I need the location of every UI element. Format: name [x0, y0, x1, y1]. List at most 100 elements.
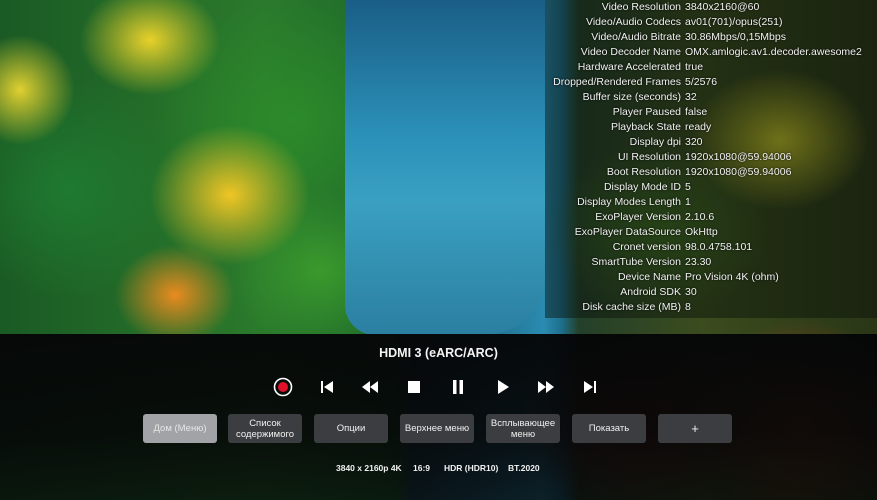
stat-value: ready [685, 121, 712, 133]
stat-value: 32 [685, 91, 697, 103]
plus-icon: + [691, 421, 699, 436]
add-button[interactable]: + [658, 414, 732, 443]
stat-key: Video Decoder Name [580, 46, 681, 58]
popup-menu-label: Всплывающее меню [491, 418, 555, 440]
info-hdr: HDR (HDR10) [444, 463, 499, 473]
stat-row: Device Name Pro Vision 4K (ohm) [545, 270, 877, 285]
stat-value: 23.30 [685, 256, 712, 268]
stat-value: 1920x1080@59.94006 [685, 151, 792, 163]
stat-key: Cronet version [612, 241, 681, 253]
stat-value: 1 [685, 196, 691, 208]
options-label: Опции [336, 423, 366, 434]
home-menu-button[interactable]: Дом (Меню) [143, 414, 217, 443]
stat-key: Display Modes Length [577, 196, 681, 208]
stat-value: Pro Vision 4K (ohm) [685, 271, 779, 283]
video-lake [345, 0, 545, 335]
stat-value: true [685, 61, 704, 73]
top-menu-label: Верхнее меню [404, 423, 470, 434]
stat-value: false [685, 106, 708, 118]
content-list-label-line2: содержимого [235, 428, 295, 440]
stat-row: Buffer size (seconds) 32 [545, 90, 877, 105]
stat-key: Device Name [617, 271, 681, 283]
stat-row: SmartTube Version 23.30 [545, 255, 877, 270]
stat-row: Hardware Accelerated true [545, 60, 877, 75]
skip-previous-icon [321, 381, 333, 393]
play-button[interactable] [490, 374, 516, 400]
stat-key: UI Resolution [617, 151, 681, 163]
stat-key: SmartTube Version [591, 256, 682, 268]
stop-icon [408, 381, 420, 393]
rewind-icon [362, 381, 378, 393]
skip-next-icon [584, 381, 596, 393]
stat-key: Player Paused [612, 106, 681, 118]
stat-value: av01(701)/opus(251) [685, 16, 783, 28]
stat-key: Hardware Accelerated [577, 61, 681, 73]
stat-row: Display Mode ID 5 [545, 180, 877, 195]
stat-row: ExoPlayer DataSource OkHttp [545, 225, 877, 240]
stat-row: Player Paused false [545, 105, 877, 120]
stat-value: OMX.amlogic.av1.decoder.awesome2 [685, 46, 862, 58]
stat-value: 5 [685, 181, 691, 193]
content-list-label: Список содержимого [236, 418, 294, 440]
stat-key: Display dpi [629, 136, 681, 148]
stat-value: 2.10.6 [685, 211, 715, 223]
content-list-label-line1: Список [249, 417, 281, 429]
stat-row: UI Resolution 1920x1080@59.94006 [545, 150, 877, 165]
stat-key: ExoPlayer Version [595, 211, 681, 223]
record-button[interactable] [270, 374, 296, 400]
stat-key: Boot Resolution [606, 166, 681, 178]
pause-icon [453, 380, 463, 394]
info-resolution: 3840 x 2160p 4K [336, 463, 402, 473]
info-aspect: 16:9 [413, 463, 431, 473]
options-button[interactable]: Опции [314, 414, 388, 443]
content-list-button[interactable]: Список содержимого [228, 414, 302, 443]
show-button[interactable]: Показать [572, 414, 646, 443]
stat-value: 3840x2160@60 [685, 1, 760, 13]
stat-value: 320 [685, 136, 703, 148]
stat-key: Buffer size (seconds) [582, 91, 681, 103]
stat-row: Dropped/Rendered Frames 5/2576 [545, 75, 877, 90]
stat-row: Disk cache size (MB) 8 [545, 300, 877, 315]
stop-button[interactable] [401, 374, 427, 400]
stat-row: Display dpi 320 [545, 135, 877, 150]
pause-button[interactable] [445, 374, 471, 400]
skip-next-button[interactable] [577, 374, 603, 400]
stat-row: Boot Resolution 1920x1080@59.94006 [545, 165, 877, 180]
play-icon [497, 380, 509, 394]
home-menu-label: Дом (Меню) [153, 423, 207, 434]
stat-key: Android SDK [620, 286, 681, 298]
popup-menu-label-line1: Всплывающее [490, 417, 556, 429]
stat-row: Playback State ready [545, 120, 877, 135]
stat-value: 98.0.4758.101 [685, 241, 753, 253]
stat-row: Video/Audio Codecs av01(701)/opus(251) [545, 15, 877, 30]
transport-controls [270, 374, 610, 400]
popup-menu-label-line2: меню [510, 428, 536, 440]
stat-key: Disk cache size (MB) [582, 301, 681, 313]
stat-key: Display Mode ID [603, 181, 681, 193]
rewind-button[interactable] [357, 374, 383, 400]
info-colorspace: BT.2020 [508, 463, 540, 473]
top-menu-button[interactable]: Верхнее меню [400, 414, 474, 443]
stat-key: Video/Audio Bitrate [591, 31, 681, 43]
stat-value: OkHttp [685, 226, 718, 238]
stat-value: 1920x1080@59.94006 [685, 166, 792, 178]
stat-row: Android SDK 30 [545, 285, 877, 300]
stat-key: ExoPlayer DataSource [574, 226, 681, 238]
stat-value: 5/2576 [685, 76, 718, 88]
stat-row: Cronet version 98.0.4758.101 [545, 240, 877, 255]
stat-row: Video/Audio Bitrate 30.86Mbps/0,15Mbps [545, 30, 877, 45]
skip-previous-button[interactable] [314, 374, 340, 400]
stat-value: 8 [685, 301, 691, 313]
stat-row: ExoPlayer Version 2.10.6 [545, 210, 877, 225]
stat-value: 30.86Mbps/0,15Mbps [685, 31, 786, 43]
stat-row: Display Modes Length 1 [545, 195, 877, 210]
stat-key: Video/Audio Codecs [586, 16, 681, 28]
stat-value: 30 [685, 286, 697, 298]
stat-row: Video Resolution 3840x2160@60 [545, 0, 877, 15]
source-title: HDMI 3 (eARC/ARC) [379, 346, 498, 360]
stat-row: Video Decoder Name OMX.amlogic.av1.decode… [545, 45, 877, 60]
stat-key: Playback State [610, 121, 681, 133]
stat-key: Video Resolution [601, 1, 681, 13]
popup-menu-button[interactable]: Всплывающее меню [486, 414, 560, 443]
fast-forward-button[interactable] [533, 374, 559, 400]
